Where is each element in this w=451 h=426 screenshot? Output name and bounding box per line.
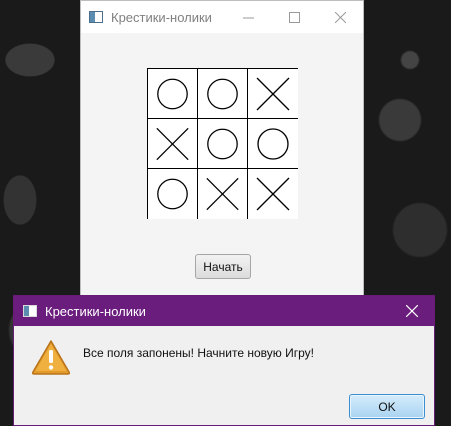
dialog-title: Крестики-нолики xyxy=(45,303,146,319)
nought-icon xyxy=(157,178,188,210)
cross-icon xyxy=(206,177,239,211)
close-icon xyxy=(334,11,346,23)
board-cell-2-2[interactable] xyxy=(248,169,298,219)
game-board xyxy=(147,68,298,219)
cross-icon xyxy=(156,127,189,160)
info-dialog: Крестики-нолики Все поля запонены! Начни… xyxy=(13,295,435,426)
nought-icon xyxy=(157,78,188,109)
board-cell-1-2[interactable] xyxy=(248,119,298,169)
board-cell-0-2[interactable] xyxy=(248,69,298,119)
dialog-app-icon xyxy=(23,305,37,317)
dialog-close-button[interactable] xyxy=(390,296,434,326)
board-cell-1-1[interactable] xyxy=(198,119,248,169)
start-button[interactable]: Начать xyxy=(195,254,251,279)
board-cell-2-1[interactable] xyxy=(198,169,248,219)
board-cell-0-1[interactable] xyxy=(198,69,248,119)
main-window-title: Крестики-нолики xyxy=(111,9,212,25)
board-cell-0-0[interactable] xyxy=(148,69,198,119)
maximize-button[interactable] xyxy=(271,1,317,33)
ok-button[interactable]: OK xyxy=(349,394,425,419)
dialog-titlebar[interactable]: Крестики-нолики xyxy=(14,296,434,326)
window-controls xyxy=(225,1,363,33)
minimize-icon xyxy=(242,17,254,18)
cross-icon xyxy=(256,77,290,110)
app-icon xyxy=(89,11,103,23)
nought-icon xyxy=(257,127,289,160)
nought-icon xyxy=(207,78,238,109)
cross-icon xyxy=(256,177,290,211)
maximize-icon xyxy=(288,11,300,23)
game-window: Крестики-нолики Начать xyxy=(80,0,364,296)
minimize-button[interactable] xyxy=(225,1,271,33)
board-cell-1-0[interactable] xyxy=(148,119,198,169)
warning-icon xyxy=(31,340,71,375)
dialog-message: Все поля запонены! Начните новую Игру! xyxy=(83,346,314,360)
board-cell-2-0[interactable] xyxy=(148,169,198,219)
close-icon xyxy=(406,305,418,317)
nought-icon xyxy=(207,128,238,159)
main-titlebar[interactable]: Крестики-нолики xyxy=(81,1,363,33)
close-button[interactable] xyxy=(317,1,363,33)
